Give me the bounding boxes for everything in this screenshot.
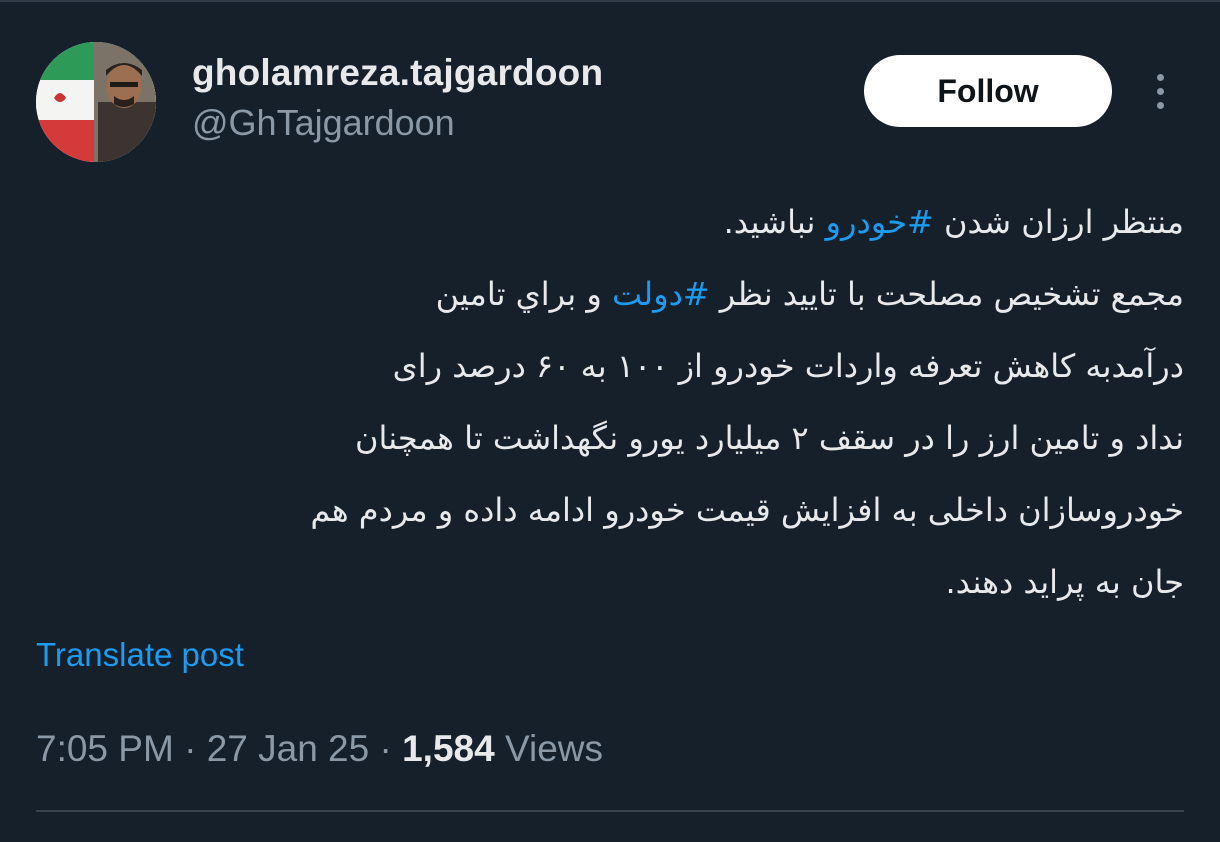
views-count: 1,584 [402, 728, 495, 769]
tweet-text-segment: منتظر ارزان شدن [933, 203, 1184, 241]
more-dot [1156, 73, 1164, 81]
tweet-text-segment: مجمع تشخیص مصلحت با تایید نظر [709, 275, 1184, 313]
tweet-text-segment: نداد و تامین ارز را در سقف ۲ میلیارد یور… [354, 419, 1184, 457]
more-dot [1156, 101, 1164, 109]
translate-post-link[interactable]: Translate post [36, 636, 244, 674]
tweet-text-segment: جان به پراید دهند. [945, 563, 1184, 601]
more-dot [1156, 87, 1164, 95]
hashtag-link[interactable]: #خودرو [826, 203, 934, 241]
more-vertical-icon[interactable] [1142, 66, 1178, 116]
bottom-divider [36, 810, 1184, 812]
tweet-date[interactable]: 27 Jan 25 [207, 728, 370, 769]
tweet-line: درآمدبه کاهش تعرفه واردات خودرو از ۱۰۰ ب… [36, 330, 1184, 402]
tweet-meta: 7:05 PM · 27 Jan 25 · 1,584 Views [36, 728, 603, 770]
follow-button[interactable]: Follow [864, 55, 1112, 127]
tweet-line: جان به پراید دهند. [36, 546, 1184, 618]
tweet-line: مجمع تشخیص مصلحت با تایید نظر #دولت و بر… [36, 258, 1184, 330]
author-handle[interactable]: @GhTajgardoon [192, 102, 455, 144]
tweet-time[interactable]: 7:05 PM [36, 728, 174, 769]
tweet-line: خودروسازان داخلی به افزایش قیمت خودرو اد… [36, 474, 1184, 546]
hashtag-link[interactable]: #دولت [612, 275, 710, 313]
avatar-photo [36, 42, 156, 162]
tweet-text-segment: نباشید. [723, 203, 826, 241]
tweet-text-segment: درآمدبه کاهش تعرفه واردات خودرو از ۱۰۰ ب… [392, 347, 1184, 385]
avatar[interactable] [36, 42, 156, 162]
tweet-text: منتظر ارزان شدن #خودرو نباشید. مجمع تشخی… [36, 186, 1184, 618]
tweet-text-segment: و براي تامین [435, 275, 612, 313]
views-label: Views [494, 728, 604, 769]
top-divider [0, 0, 1220, 2]
tweet-line: نداد و تامین ارز را در سقف ۲ میلیارد یور… [36, 402, 1184, 474]
author-display-name[interactable]: gholamreza.tajgardoon [192, 52, 603, 94]
meta-separator: · [173, 728, 207, 769]
meta-separator: · [369, 728, 403, 769]
tweet-line: منتظر ارزان شدن #خودرو نباشید. [36, 186, 1184, 258]
tweet-text-segment: خودروسازان داخلی به افزایش قیمت خودرو اد… [310, 491, 1184, 529]
